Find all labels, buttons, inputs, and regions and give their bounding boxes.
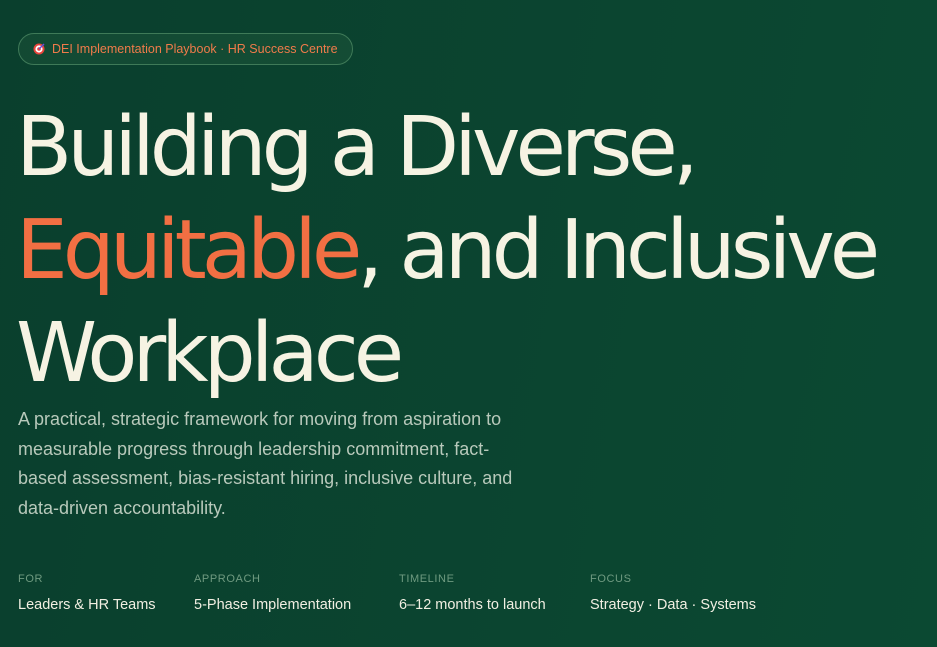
- meta-value: 6–12 months to launch: [399, 597, 546, 613]
- meta-for: FOR Leaders & HR Teams: [18, 571, 156, 613]
- title-line-1: Building a Diverse,: [16, 100, 699, 195]
- title-accent-word: Equitable: [16, 203, 362, 298]
- meta-timeline: TIMELINE 6–12 months to launch: [399, 571, 546, 613]
- meta-value: Strategy · Data · Systems: [590, 597, 756, 613]
- meta-label: TIMELINE: [399, 573, 455, 585]
- meta-value: 5-Phase Implementation: [194, 597, 352, 613]
- playbook-badge: DEI Implementation Playbook · HR Success…: [18, 33, 353, 65]
- meta-approach: APPROACH 5-Phase Implementation: [194, 571, 351, 613]
- subtitle: A practical, strategic framework for mov…: [18, 409, 513, 518]
- meta-label: FOCUS: [590, 573, 632, 585]
- title-line-3: Workplace: [16, 306, 404, 401]
- meta-focus: FOCUS Strategy · Data · Systems: [590, 571, 756, 613]
- badge-text: DEI Implementation Playbook · HR Success…: [52, 42, 338, 56]
- meta-value: Leaders & HR Teams: [18, 597, 156, 613]
- target-icon: [33, 43, 45, 55]
- meta-label: APPROACH: [194, 573, 261, 585]
- page-title: Building a Diverse, Equitable, and Inclu…: [16, 96, 880, 405]
- meta-label: FOR: [18, 573, 44, 585]
- title-line-2-rest: , and Inclusive: [357, 203, 880, 298]
